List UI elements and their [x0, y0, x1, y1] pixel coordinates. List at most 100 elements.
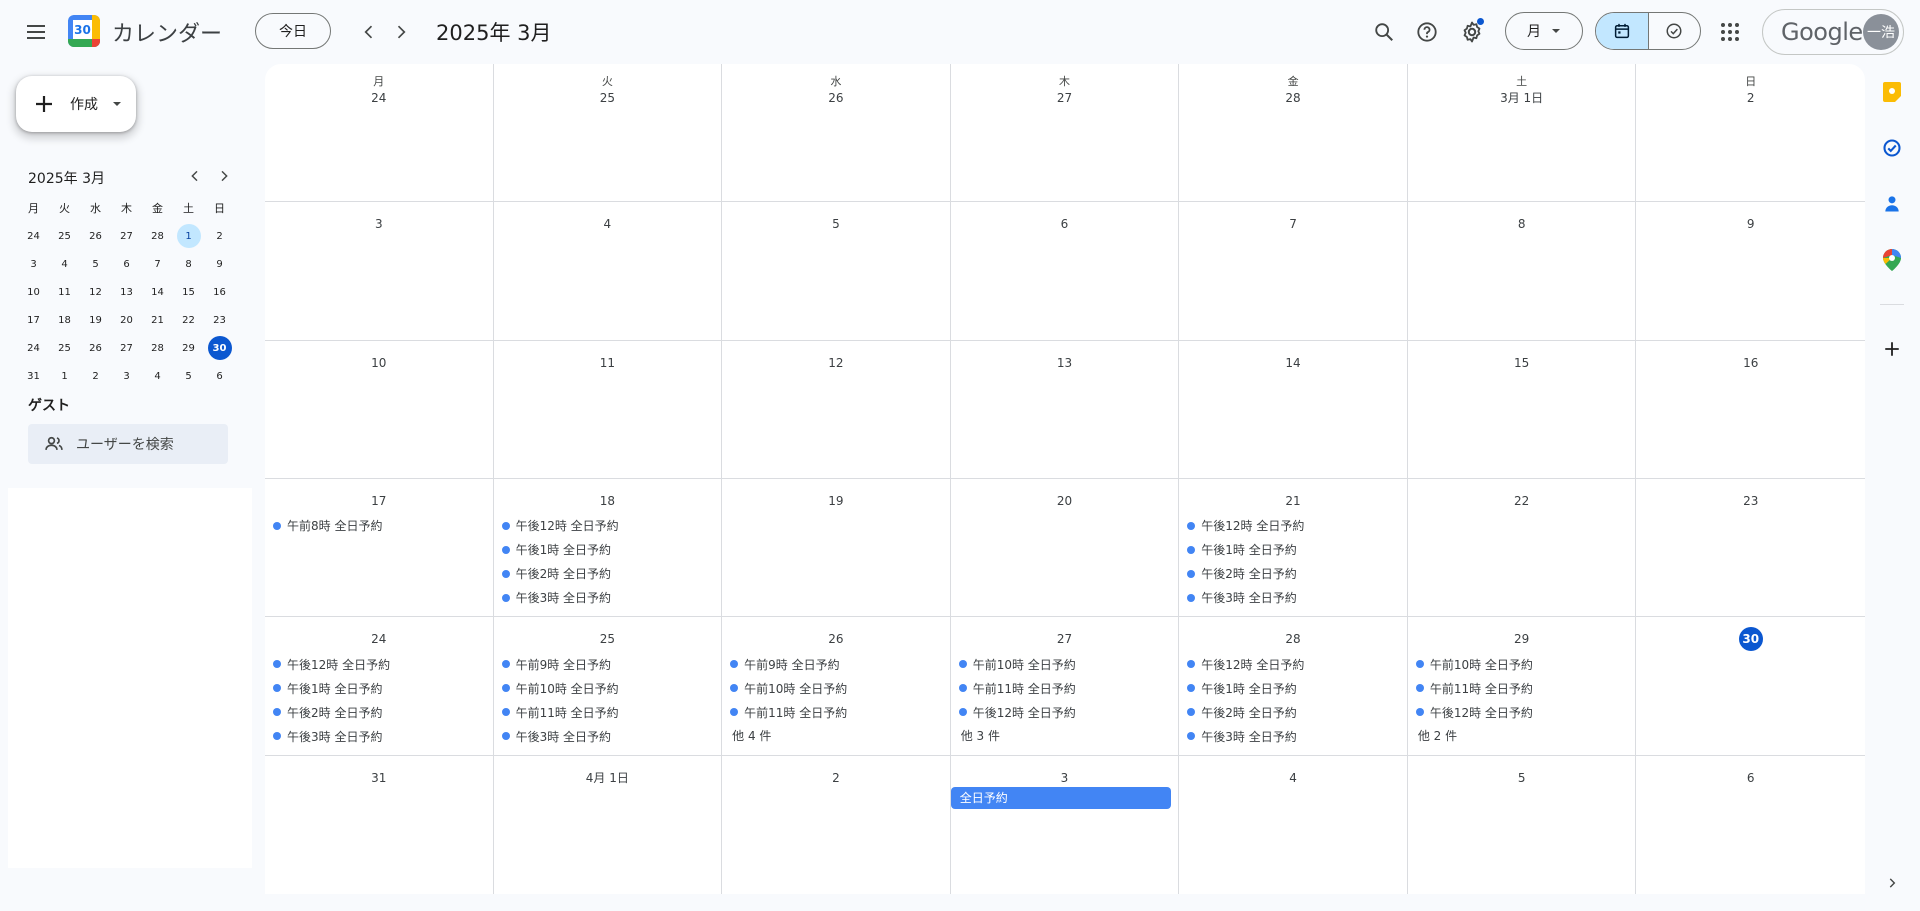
day-number[interactable]: 27: [951, 629, 1179, 649]
mini-calendar-day[interactable]: 8: [173, 250, 204, 278]
keep-button[interactable]: [1880, 80, 1904, 104]
mini-calendar-day[interactable]: 11: [49, 278, 80, 306]
more-events-link[interactable]: 他 2 件: [1408, 724, 1636, 748]
day-cell[interactable]: 25 午前9時 全日予約 午前10時 全日予約 午前11時 全日予約 午後3時 全日予約: [493, 617, 723, 756]
mini-calendar-next-button[interactable]: [210, 162, 238, 190]
event-item[interactable]: 午後12時 全日予約: [265, 652, 493, 676]
event-item[interactable]: 午後12時 全日予約: [951, 700, 1179, 724]
mini-calendar-day[interactable]: 5: [80, 250, 111, 278]
event-item[interactable]: 午前10時 全日予約: [722, 676, 950, 700]
mini-calendar-day[interactable]: 28: [142, 222, 173, 250]
day-number[interactable]: 2: [1636, 88, 1865, 108]
day-cell[interactable]: 27 午前10時 全日予約 午前11時 全日予約 午後12時 全日予約他 3 件: [950, 617, 1180, 756]
event-item[interactable]: 午後1時 全日予約: [1179, 538, 1407, 562]
mini-calendar-day[interactable]: 9: [204, 250, 235, 278]
mini-calendar-day[interactable]: 30: [204, 334, 235, 362]
mini-calendar-day[interactable]: 26: [80, 222, 111, 250]
mini-calendar-day[interactable]: 4: [142, 362, 173, 390]
day-cell[interactable]: 30: [1636, 617, 1865, 756]
day-number[interactable]: 22: [1408, 491, 1636, 511]
mini-calendar-day[interactable]: 25: [49, 334, 80, 362]
mini-calendar-day[interactable]: 12: [80, 278, 111, 306]
day-cell[interactable]: 3: [265, 202, 494, 341]
mini-calendar-day[interactable]: 5: [173, 362, 204, 390]
mini-calendar-day[interactable]: 26: [80, 334, 111, 362]
day-number[interactable]: 21: [1179, 491, 1407, 511]
day-number[interactable]: 18: [494, 491, 722, 511]
today-day-number[interactable]: 30: [1738, 627, 1763, 652]
day-cell[interactable]: 金 28: [1179, 64, 1408, 203]
mini-calendar-day[interactable]: 14: [142, 278, 173, 306]
mini-calendar-day[interactable]: 18: [49, 306, 80, 334]
mini-calendar-day[interactable]: 17: [18, 306, 49, 334]
event-item[interactable]: 午後2時 全日予約: [494, 562, 722, 586]
event-item[interactable]: 午後3時 全日予約: [494, 724, 722, 748]
day-cell[interactable]: 17 午前8時 全日予約: [265, 478, 494, 618]
day-number[interactable]: 31: [265, 768, 493, 788]
day-cell[interactable]: 31: [265, 755, 494, 894]
account-button[interactable]: Google 一浩: [1762, 9, 1904, 55]
contacts-button[interactable]: [1880, 192, 1904, 216]
add-addon-button[interactable]: [1880, 337, 1904, 361]
mini-calendar-day[interactable]: 16: [204, 278, 235, 306]
day-cell[interactable]: 15: [1407, 340, 1637, 479]
day-cell[interactable]: 12: [722, 340, 951, 479]
help-button[interactable]: [1407, 12, 1447, 52]
day-number[interactable]: 14: [1179, 353, 1407, 373]
day-cell[interactable]: 5: [722, 202, 951, 341]
mini-calendar-day[interactable]: 24: [18, 222, 49, 250]
day-cell[interactable]: 18 午後12時 全日予約 午後1時 全日予約 午後2時 全日予約 午後3時 全日予約: [493, 478, 723, 618]
mini-calendar-day[interactable]: 29: [173, 334, 204, 362]
mini-calendar-day[interactable]: 6: [111, 250, 142, 278]
day-cell[interactable]: 木 27: [950, 64, 1180, 203]
search-button[interactable]: [1364, 12, 1404, 52]
day-number[interactable]: 13: [951, 353, 1179, 373]
mini-calendar-day[interactable]: 27: [111, 222, 142, 250]
event-item[interactable]: 午後3時 全日予約: [1179, 586, 1407, 610]
mini-calendar-day[interactable]: 10: [18, 278, 49, 306]
day-number[interactable]: 27: [951, 88, 1179, 108]
day-cell[interactable]: 火 25: [493, 64, 723, 203]
day-number[interactable]: 26: [722, 88, 950, 108]
day-cell[interactable]: 11: [493, 340, 723, 479]
day-number[interactable]: 16: [1636, 353, 1865, 373]
day-number[interactable]: 25: [494, 629, 722, 649]
day-number[interactable]: 5: [722, 214, 950, 234]
mini-calendar-day[interactable]: 31: [18, 362, 49, 390]
today-button[interactable]: 今日: [255, 13, 331, 49]
day-number[interactable]: 26: [722, 629, 950, 649]
day-cell[interactable]: 10: [265, 340, 494, 479]
tasks-view-toggle[interactable]: [1647, 13, 1701, 49]
event-item[interactable]: 午後2時 全日予約: [1179, 562, 1407, 586]
day-number[interactable]: 6: [951, 214, 1179, 234]
event-item[interactable]: 午前10時 全日予約: [1408, 652, 1636, 676]
day-cell[interactable]: 21 午後12時 全日予約 午後1時 全日予約 午後2時 全日予約 午後3時 全日予約: [1179, 478, 1408, 618]
mini-calendar-day[interactable]: 27: [111, 334, 142, 362]
day-cell[interactable]: 29 午前10時 全日予約 午前11時 全日予約 午後12時 全日予約他 2 件: [1407, 617, 1637, 756]
day-number[interactable]: 24: [265, 629, 493, 649]
day-cell[interactable]: 28 午後12時 全日予約 午後1時 全日予約 午後2時 全日予約 午後3時 全日予約: [1179, 617, 1408, 756]
day-number[interactable]: 19: [722, 491, 950, 511]
day-number[interactable]: 4月 1日: [494, 768, 722, 788]
day-number[interactable]: 25: [494, 88, 722, 108]
day-cell[interactable]: 9: [1636, 202, 1865, 341]
event-item[interactable]: 午後1時 全日予約: [494, 538, 722, 562]
day-cell[interactable]: 8: [1407, 202, 1637, 341]
day-number[interactable]: 11: [494, 353, 722, 373]
maps-button[interactable]: [1880, 248, 1904, 272]
mini-calendar-day[interactable]: 7: [142, 250, 173, 278]
mini-calendar-day[interactable]: 2: [204, 222, 235, 250]
view-select[interactable]: 月: [1505, 12, 1583, 50]
mini-calendar-day[interactable]: 13: [111, 278, 142, 306]
event-item[interactable]: 午後3時 全日予約: [1179, 724, 1407, 748]
guest-search-input[interactable]: ユーザーを検索: [28, 424, 228, 464]
mini-calendar-prev-button[interactable]: [181, 162, 209, 190]
event-item[interactable]: 午後1時 全日予約: [265, 676, 493, 700]
event-item[interactable]: 午後12時 全日予約: [1179, 652, 1407, 676]
mini-calendar-day[interactable]: 28: [142, 334, 173, 362]
day-number[interactable]: 28: [1179, 629, 1407, 649]
day-cell[interactable]: 6: [950, 202, 1180, 341]
day-number[interactable]: 3: [265, 214, 493, 234]
day-number[interactable]: 2: [722, 768, 950, 788]
all-day-event-chip[interactable]: 全日予約: [950, 786, 1171, 809]
